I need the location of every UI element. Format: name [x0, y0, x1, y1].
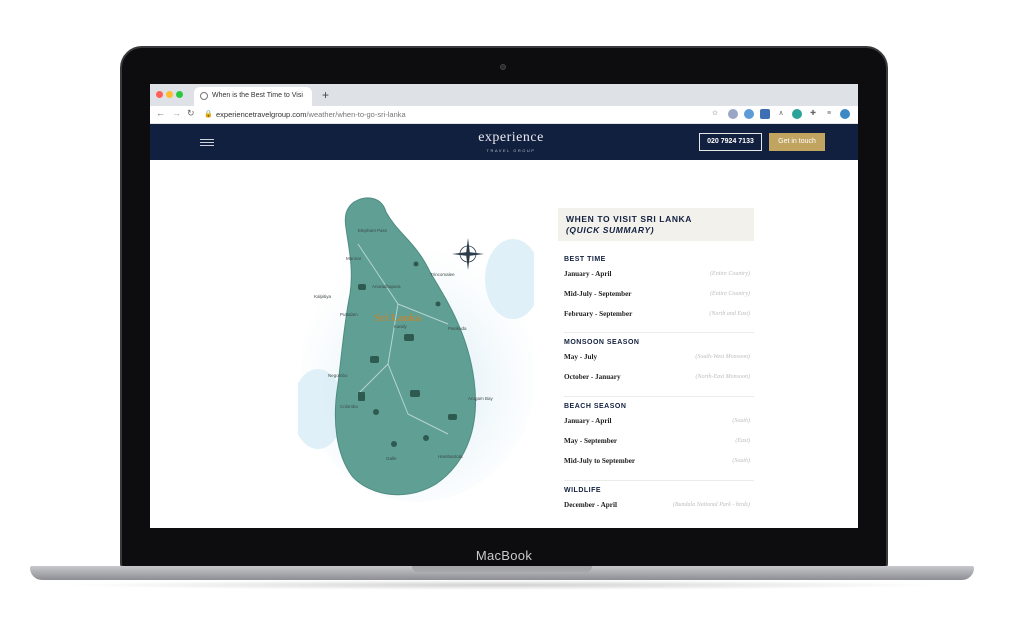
section-heading: BEST TIME — [564, 256, 606, 263]
map-place-label: Anuradhapura — [372, 284, 401, 289]
globe-icon — [200, 92, 208, 100]
summary-title: WHEN TO VISIT SRI LANKA (QUICK SUMMARY) — [558, 208, 754, 241]
map-place-label: Negombo — [328, 373, 348, 378]
map-place-label: Pasikuda — [448, 326, 467, 331]
list-item: January - April (South) — [564, 416, 750, 436]
season-label: Mid-July to September — [564, 457, 636, 465]
maximize-window-button[interactable] — [176, 91, 183, 98]
minimize-window-button[interactable] — [166, 91, 173, 98]
list-item: January - April (Entire Country) — [564, 269, 750, 289]
list-item: February - September (North and East) — [564, 309, 750, 329]
url-domain: experiencetravelgroup.com — [216, 110, 307, 119]
region-note: (Entire Country) — [710, 271, 750, 277]
list-item: May - July (South-West Monsoon) — [564, 352, 750, 372]
season-label: December - April — [564, 501, 617, 509]
url-path: /weather/when-to-go-sri-lanka — [306, 110, 406, 119]
extension-icon[interactable] — [728, 109, 738, 119]
season-label: Mid-July - September — [564, 290, 632, 298]
season-label: May - September — [564, 437, 618, 445]
back-icon[interactable]: ← — [156, 108, 165, 118]
summary-title-line2: (QUICK SUMMARY) — [566, 225, 655, 235]
forward-icon[interactable]: → — [172, 108, 181, 118]
list-item: Mid-July - September (Entire Country) — [564, 289, 750, 309]
divider — [564, 332, 754, 333]
reload-icon[interactable]: ↻ — [187, 108, 195, 119]
section-monsoon: MONSOON SEASON May - July (South-West Mo… — [564, 339, 750, 392]
map-place-label: Hambantota — [438, 454, 463, 459]
laptop-brand-label: MacBook — [475, 548, 533, 563]
lock-icon: 🔒 — [204, 111, 213, 118]
region-note: (North-East Monsoon) — [695, 374, 751, 380]
map-place-label: Galle — [386, 456, 397, 461]
section-wildlife: WILDLIFE December - April (Bundala Natio… — [564, 487, 750, 520]
divider — [564, 480, 754, 481]
map-place-label: Mannar — [346, 256, 362, 261]
region-note: (South) — [732, 418, 750, 424]
laptop-notch — [412, 566, 592, 572]
close-window-button[interactable] — [156, 91, 163, 98]
profile-icon[interactable] — [840, 109, 850, 119]
address-bar[interactable]: experiencetravelgroup.com/weather/when-t… — [216, 110, 406, 119]
map-place-label: Elephant Pass — [358, 228, 388, 233]
map-place-label: Trincomalee — [430, 272, 455, 277]
region-note: (Bundala National Park - birds) — [672, 502, 750, 508]
map-place-label: Arugam Bay — [468, 396, 494, 401]
season-label: January - April — [564, 417, 612, 425]
map-place-label: Colombo — [340, 404, 359, 409]
season-label: January - April — [564, 270, 612, 278]
extension-icon[interactable]: ∧ — [776, 109, 786, 119]
extension-icon[interactable] — [744, 109, 754, 119]
site-header: experience TRAVEL GROUP 020 7924 7133 Ge… — [150, 124, 858, 160]
camera-icon — [500, 64, 506, 70]
map-place-label: Kalpitiya — [314, 294, 332, 299]
divider — [564, 396, 754, 397]
menu-list-icon[interactable]: ≡ — [824, 109, 834, 119]
list-item: October - January (North-East Monsoon) — [564, 372, 750, 392]
summary-panel: WHEN TO VISIT SRI LANKA (QUICK SUMMARY) — [558, 208, 754, 241]
new-tab-button[interactable]: + — [322, 88, 329, 102]
season-label: May - July — [564, 353, 598, 361]
region-note: (East) — [735, 438, 750, 444]
map-place-label: Puttalam — [340, 312, 358, 317]
hamburger-menu-icon[interactable] — [200, 139, 214, 146]
laptop-screen: When is the Best Time to Visi + ← → ↻ 🔒 … — [150, 84, 858, 528]
product-photo: When is the Best Time to Visi + ← → ↻ 🔒 … — [0, 0, 1024, 626]
season-label: February - September — [564, 310, 633, 318]
star-icon[interactable]: ☆ — [710, 109, 720, 119]
sri-lanka-map: Sri Lanka Elephant Pass Trincomalee Mann… — [298, 197, 534, 502]
list-item: Mid-July to September (South) — [564, 456, 750, 476]
section-beach: BEACH SEASON January - April (South) May… — [564, 403, 750, 476]
puzzle-icon[interactable]: ✚ — [808, 109, 818, 119]
summary-title-line1: WHEN TO VISIT SRI LANKA — [566, 214, 693, 224]
section-heading: BEACH SEASON — [564, 403, 627, 410]
browser-toolbar: ← → ↻ 🔒 experiencetravelgroup.com/weathe… — [150, 106, 858, 124]
get-in-touch-button[interactable]: Get in touch — [769, 133, 825, 151]
region-note: (South-West Monsoon) — [695, 354, 750, 360]
tab-title: When is the Best Time to Visi — [212, 92, 303, 99]
map-place-label: Kandy — [394, 324, 408, 329]
extension-icon[interactable] — [792, 109, 802, 119]
site-logo-subtitle: TRAVEL GROUP — [486, 148, 536, 153]
laptop-shadow — [60, 580, 944, 590]
phone-button[interactable]: 020 7924 7133 — [699, 133, 762, 151]
list-item: May - September (East) — [564, 436, 750, 456]
section-heading: MONSOON SEASON — [564, 339, 640, 346]
browser-tab[interactable]: When is the Best Time to Visi — [194, 87, 312, 106]
section-heading: WILDLIFE — [564, 487, 602, 494]
list-item: December - April (Bundala National Park … — [564, 500, 750, 520]
extension-icon[interactable] — [760, 109, 770, 119]
section-best-time: BEST TIME January - April (Entire Countr… — [564, 256, 750, 329]
region-note: (South) — [732, 458, 750, 464]
browser-tab-bar: When is the Best Time to Visi + — [150, 84, 858, 106]
map-title: Sri Lanka — [374, 312, 422, 324]
site-logo[interactable]: experience — [466, 130, 556, 146]
region-note: (Entire Country) — [710, 291, 750, 297]
region-note: (North and East) — [709, 311, 750, 317]
island-shape — [334, 197, 476, 496]
season-label: October - January — [564, 373, 621, 381]
